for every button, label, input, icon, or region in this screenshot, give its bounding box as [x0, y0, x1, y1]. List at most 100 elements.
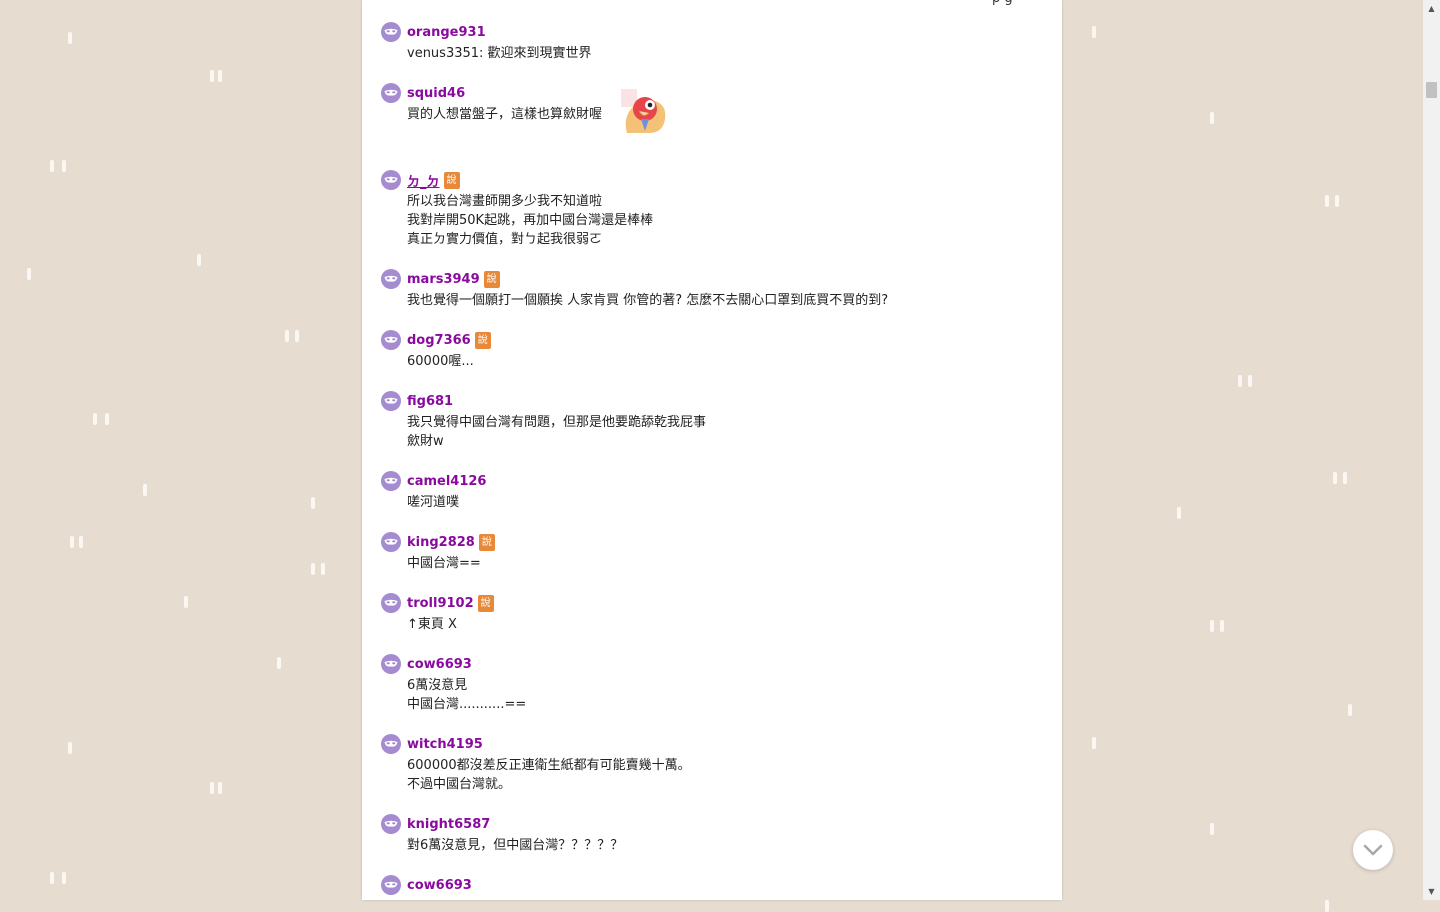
response-content: venus3351: 歡迎來到現實世界	[407, 44, 1041, 63]
response-header: dog7366 說	[381, 330, 1041, 350]
scroll-up-arrow-icon[interactable]: ▲	[1423, 0, 1440, 17]
background-dash	[1343, 472, 1347, 484]
response-item: squid46 買的人想當盤子，這樣也算歛財喔	[381, 83, 1041, 133]
previous-text-fragment: p g	[992, 0, 1013, 6]
response-text-line: venus3351: 歡迎來到現實世界	[407, 46, 592, 61]
response-content: 我只覺得中國台灣有問題，但那是他要跪舔乾我屁事 歛財w	[407, 413, 1041, 451]
background-dash	[1325, 900, 1329, 912]
background-dash	[1210, 112, 1214, 124]
mask-avatar-icon[interactable]	[381, 814, 401, 834]
vertical-scrollbar[interactable]: ▲ ▼	[1423, 0, 1440, 900]
response-text-line: 買的人想當盤子，這樣也算歛財喔	[407, 107, 603, 122]
say-badge: 說	[443, 171, 460, 189]
response-item: cow6693 6萬沒意見 中國台灣...........==	[381, 654, 1041, 714]
background-dash	[79, 536, 83, 548]
mask-avatar-icon[interactable]	[381, 330, 401, 350]
response-item: knight6587 對6萬沒意見，但中國台灣？？？？？	[381, 814, 1041, 855]
response-item: witch4195 600000都沒差反正連衛生紙都有可能賣幾十萬。 不過中國台灣就…	[381, 734, 1041, 794]
username-link[interactable]: cow6693	[407, 878, 472, 893]
mask-avatar-icon[interactable]	[381, 269, 401, 289]
username-link[interactable]: troll9102	[407, 596, 474, 611]
background-dash	[311, 563, 315, 575]
username-link[interactable]: camel4126	[407, 474, 486, 489]
response-text-line: 中國台灣...........==	[407, 697, 527, 712]
background-dash	[218, 70, 222, 82]
response-content: 60000喔...	[407, 352, 1041, 371]
response-content: 6萬沒意見 中國台灣...........==	[407, 676, 1041, 714]
mask-avatar-icon[interactable]	[381, 734, 401, 754]
response-header: squid46	[381, 83, 1041, 103]
username-link[interactable]: fig681	[407, 394, 453, 409]
response-header: orange931	[381, 22, 1041, 42]
background-dash	[1210, 823, 1214, 835]
scroll-down-arrow-icon[interactable]: ▼	[1423, 883, 1440, 900]
response-content: 中國台灣==	[407, 554, 1041, 573]
background-dash	[27, 268, 31, 280]
response-text-line: 我也覺得一個願打一個願挨 人家肯買 你管的著? 怎麼不去關心口罩到底買不買的到?	[407, 293, 889, 308]
background-dash	[1348, 704, 1352, 716]
chevron-down-icon	[1363, 844, 1383, 856]
response-header: cow6693	[381, 875, 1041, 895]
mask-avatar-icon[interactable]	[381, 532, 401, 552]
username-link[interactable]: ㄉ_ㄉ	[407, 171, 440, 190]
username-link[interactable]: orange931	[407, 25, 486, 40]
background-dash	[1248, 375, 1252, 387]
username-link[interactable]: king2828	[407, 535, 475, 550]
background-dash	[210, 70, 214, 82]
background-dash	[1092, 737, 1096, 749]
response-content: 我也覺得一個願打一個願挨 人家肯買 你管的著? 怎麼不去關心口罩到底買不買的到?	[407, 291, 1041, 310]
background-dash	[210, 782, 214, 794]
mask-avatar-icon[interactable]	[381, 875, 401, 895]
mask-avatar-icon[interactable]	[381, 391, 401, 411]
background-dash	[1238, 375, 1242, 387]
username-link[interactable]: dog7366	[407, 333, 471, 348]
mask-avatar-icon[interactable]	[381, 593, 401, 613]
response-item: ㄉ_ㄉ說所以我台灣畫師開多少我不知道啦 我對岸開50K起跳，再加中國台灣還是棒棒真…	[381, 170, 1041, 249]
mask-avatar-icon[interactable]	[381, 83, 401, 103]
response-content: 買的人想當盤子，這樣也算歛財喔	[407, 105, 1041, 124]
response-item: orange931 venus3351: 歡迎來到現實世界	[381, 22, 1041, 63]
mask-avatar-icon[interactable]	[381, 471, 401, 491]
background-dash	[50, 160, 54, 172]
response-content: 所以我台灣畫師開多少我不知道啦 我對岸開50K起跳，再加中國台灣還是棒棒 真正ㄉ實力…	[407, 192, 1041, 249]
username-link[interactable]: cow6693	[407, 657, 472, 672]
username-link[interactable]: witch4195	[407, 737, 483, 752]
background-dash	[218, 782, 222, 794]
background-dash	[285, 330, 289, 342]
response-item: troll9102 說 ↑東頁 X	[381, 593, 1041, 634]
background-dash	[1210, 620, 1214, 632]
scrollbar-thumb[interactable]	[1426, 82, 1437, 98]
background-dash	[184, 596, 188, 608]
username-link[interactable]: squid46	[407, 86, 465, 101]
response-header: ㄉ_ㄉ說	[381, 170, 1041, 190]
background-dash	[311, 497, 315, 509]
say-badge: 說	[478, 533, 495, 551]
response-text-line: 嗟河道噗	[407, 495, 460, 510]
response-text-line: 600000都沒差反正連衛生紙都有可能賣幾十萬。	[407, 758, 691, 773]
response-header: knight6587	[381, 814, 1041, 834]
response-text-line: 中國台灣==	[407, 556, 481, 571]
response-text-line: 我對岸開50K起跳，再加中國台灣還是棒棒	[407, 213, 654, 228]
response-item: camel4126 嗟河道噗	[381, 471, 1041, 512]
background-dash	[321, 563, 325, 575]
response-content: 嗟河道噗	[407, 493, 1041, 512]
response-text-line: 對6萬沒意見，但中國台灣？？？？？	[407, 838, 624, 853]
mask-avatar-icon[interactable]	[381, 654, 401, 674]
username-link[interactable]: mars3949	[407, 272, 480, 287]
background-dash	[1092, 26, 1096, 38]
mask-avatar-icon[interactable]	[381, 170, 401, 190]
background-dash	[70, 536, 74, 548]
background-dash	[1325, 195, 1329, 207]
background-dash	[62, 160, 66, 172]
background-dash	[1177, 507, 1181, 519]
background-dash	[1335, 195, 1339, 207]
username-link[interactable]: knight6587	[407, 817, 490, 832]
mask-avatar-icon[interactable]	[381, 22, 401, 42]
response-text-line: 我只覺得中國台灣有問題，但那是他要跪舔乾我屁事	[407, 415, 707, 430]
response-header: fig681	[381, 391, 1041, 411]
background-dash	[62, 872, 66, 884]
say-badge: 說	[477, 594, 494, 612]
background-dash	[197, 254, 201, 266]
scroll-down-button[interactable]	[1353, 830, 1393, 870]
response-header: witch4195	[381, 734, 1041, 754]
